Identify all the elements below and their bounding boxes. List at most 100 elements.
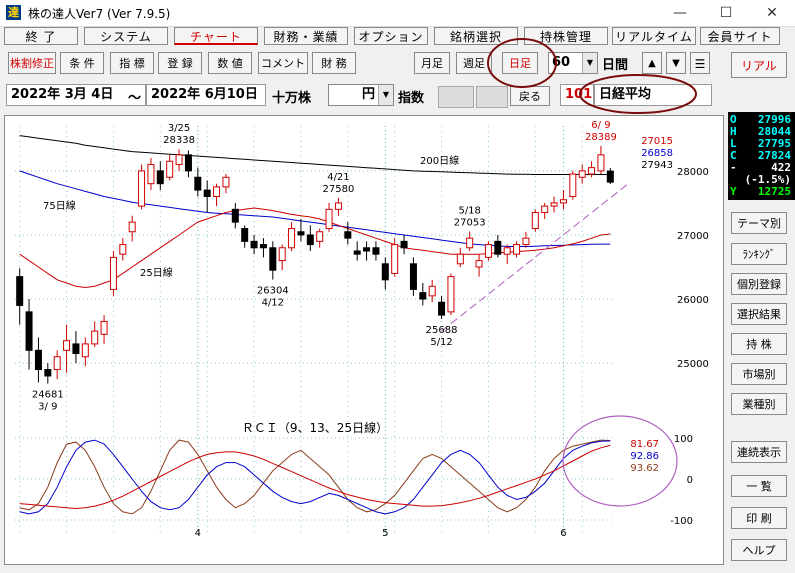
candle-body [559,199,567,204]
candle-body [156,170,164,185]
candle-body [203,189,211,198]
highlight-circle-daily [487,38,557,88]
candle-body [419,292,427,300]
list-button[interactable]: 一 覧 [731,475,787,497]
price-chart-svg[interactable]: 28000 27000 26000 25000 3/2528338 246813/ 9 4/… [5,116,723,564]
rci-title: ＲＣＩ（9、13、25日線） [242,420,388,435]
candle-body [597,154,605,172]
candle-body [222,176,230,188]
ohlc-key: Y [730,185,737,198]
market-button[interactable]: 市場別 [731,363,787,385]
candle-body [128,221,136,233]
candle-body [353,250,361,255]
candle-body [325,208,333,230]
price-tick-label: 28000 [677,167,709,178]
candle-body [100,320,108,335]
candle-body [578,170,586,178]
rci-line-0 [19,439,611,515]
annotation-date: 4/12 [262,298,284,309]
holdings-button[interactable]: 持 株 [731,333,787,355]
candle-body [81,343,89,358]
candle-body [550,202,558,207]
candle-body [259,244,267,249]
candle-body [72,343,80,355]
candle-body [588,167,596,175]
candle-body [606,170,614,183]
candle-body [119,244,127,255]
candle-body [288,228,296,249]
annotation-value: 27053 [454,218,486,229]
industry-button[interactable]: 業種別 [731,393,787,415]
individual-register-button[interactable]: 個別登録 [731,273,787,295]
candle-body [475,260,483,268]
candle-body [344,231,352,239]
candle-body [541,205,549,214]
candle-body [16,276,24,306]
month-tick-label: 4 [195,528,201,539]
print-button[interactable]: 印 刷 [731,507,787,529]
candle-body [484,244,492,258]
candle-body [278,247,286,262]
rci-current-value: 92.86 [630,451,659,462]
candle-body [513,244,521,255]
theme-button[interactable]: テーマ別 [731,212,787,234]
annotation-date: 4/21 [327,172,349,183]
candle-body [438,301,446,316]
candle-body [194,176,202,191]
continuous-display-button[interactable]: 連続表示 [731,441,787,463]
ohlc-panel: O 27996 H 28044 L 27795 C 27824 - 422 (-1.5%)… [728,112,795,200]
annotation-date: 5/12 [430,337,452,348]
candle-body [213,186,221,197]
candle-body [250,240,258,249]
candle-body [53,356,61,371]
candle-body [381,263,389,281]
annotation-value: 28389 [585,132,617,143]
help-button[interactable]: ヘルプ [731,539,787,561]
ma-label: 25日線 [140,266,173,279]
candle-body [297,231,305,236]
month-tick-label: 5 [382,528,388,539]
candle-body [63,340,71,351]
ma-line-0 [19,135,611,175]
ohlc-key: - [730,161,737,174]
candle-body [306,234,314,246]
ohlc-change-pct: (-1.5%) [728,174,795,185]
ma-label: 75日線 [43,199,76,212]
candle-body [400,240,408,249]
rci-tick-label: 100 [674,434,693,445]
candle-body [531,212,539,230]
ohlc-change: - 422 [728,162,795,173]
candle-body [428,285,436,297]
candle-body [44,369,52,377]
candle-body [456,253,464,265]
ohlc-value: 27824 [757,149,791,162]
ohlc-low: L 27795 [728,138,795,149]
candle-body [138,170,146,207]
price-tick-label: 26000 [677,295,709,306]
candle-body [25,311,33,351]
annotation-date: 3/25 [168,123,190,134]
annotation-date: 3/ 9 [38,402,57,413]
annotation-date: 5/18 [458,206,480,217]
ohlc-key: C [730,149,737,162]
chart-area[interactable]: 28000 27000 26000 25000 3/25 28338 24681 3/ 9 4/… [4,115,724,565]
selection-result-button[interactable]: 選択結果 [731,303,787,325]
highlight-circle-rci [562,415,678,507]
annotation-date: 6/ 9 [591,120,610,131]
ohlc-key: H [730,125,737,138]
candle-body [391,244,399,274]
candle-body [147,163,155,185]
annotation-value: 25688 [426,325,458,336]
candle-body [175,154,183,165]
annotation-value: 24681 [32,390,64,401]
price-tick-label: 27000 [677,231,709,242]
ma-current-value: 27943 [641,160,673,171]
ohlc-key: O [730,113,737,126]
candle-body [569,173,577,197]
rci-tick-label: -100 [670,516,693,527]
candle-body [494,240,502,255]
candle-body [316,231,324,242]
candle-body [231,208,239,223]
ohlc-value: 27996 [757,113,791,126]
ranking-button[interactable]: ﾗﾝｷﾝｸﾞ [731,243,787,265]
